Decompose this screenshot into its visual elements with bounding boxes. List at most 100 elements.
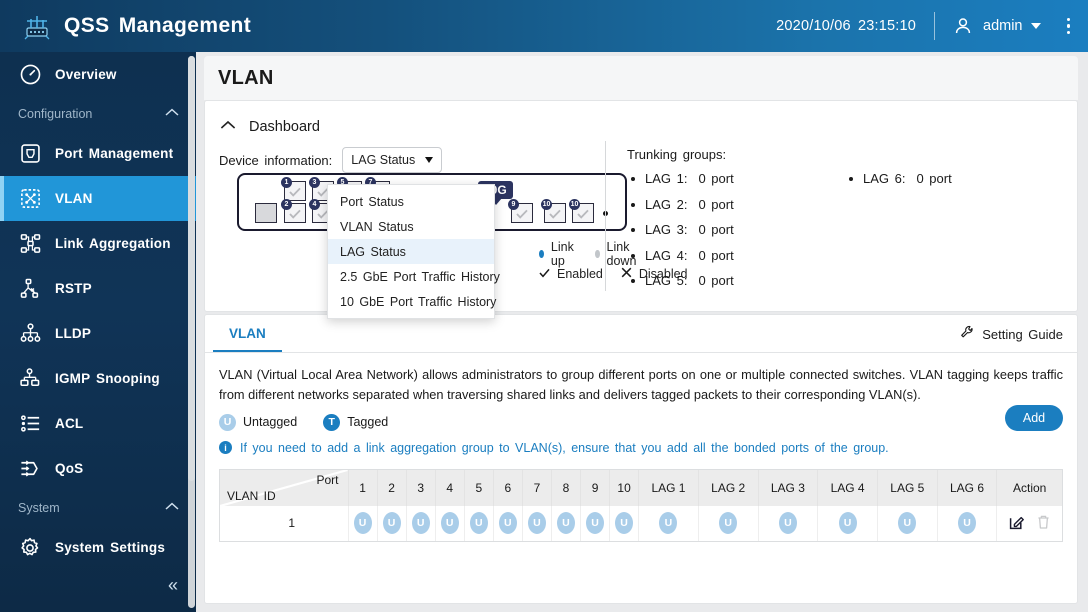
sidebar-item-port-management[interactable]: Port Management [0,131,196,176]
switch-port-10b[interactable]: 10 [569,199,594,223]
setting-guide-label: Setting Guide [982,326,1063,342]
sidebar-item-rstp[interactable]: RSTP [0,266,196,311]
sidebar-scrollbar[interactable] [188,56,195,608]
table-header-col: LAG 2 [698,469,759,506]
cell-port-tag[interactable]: U [758,505,819,541]
sidebar-item-label: QoS [55,461,84,476]
cell-port-tag[interactable]: U [580,505,611,541]
sidebar-item-overview[interactable]: Overview [0,52,196,97]
wrench-icon [960,325,982,343]
cell-port-tag[interactable]: U [377,505,407,541]
sidebar-group-system[interactable]: System [0,491,196,525]
sidebar-item-label: VLAN [55,191,93,206]
vlan-badge-row: U Untagged T Tagged Add [205,404,1077,431]
table-header-vlan-id: VLAN ID [227,488,276,503]
sidebar-scrollbar-thumb[interactable] [188,56,195,481]
double-chevron-left-icon[interactable]: « [168,576,178,594]
setting-guide-button[interactable]: Setting Guide [960,325,1063,343]
dropdown-option-10gbe-traffic-history[interactable]: 10 GbE Port Traffic History [328,289,496,314]
switch-port-9[interactable]: 9 [508,199,533,223]
untagged-badge-icon: U [411,512,430,535]
delete-icon [1036,514,1051,533]
sidebar-item-lldp[interactable]: LLDP [0,311,196,356]
top-bar: QSS Management 2020/10/06 23:15:10 admin [0,0,1088,52]
legend-label: Enabled [557,267,603,281]
sidebar-group-configuration[interactable]: Configuration [0,97,196,131]
switch-logo-icon [22,12,52,40]
sidebar-item-link-aggregation[interactable]: Link Aggregation [0,221,196,266]
dropdown-option-vlan-status[interactable]: VLAN Status [328,214,494,239]
untagged-label: Untagged [243,415,298,430]
page-header: VLAN [204,56,1078,100]
igmp-snooping-icon [17,366,43,392]
check-icon [288,185,302,197]
more-vertical-icon[interactable] [1066,17,1070,35]
lag-value: 0 port [698,171,734,187]
sidebar-item-igmp-snooping[interactable]: IGMP Snooping [0,356,196,401]
info-icon: i [219,441,232,455]
cell-port-tag[interactable]: U [638,505,699,541]
dropdown-option-port-status[interactable]: Port Status [328,189,494,214]
table-header-col: LAG 4 [817,469,878,506]
edit-icon[interactable] [1009,514,1025,533]
sidebar-item-vlan[interactable]: VLAN [0,176,196,221]
list-item: LAG 5: 0 port [627,268,845,294]
untagged-badge-icon: U [898,512,917,535]
table-header-col: 4 [435,469,465,506]
cell-port-tag[interactable]: U [698,505,759,541]
cell-port-tag[interactable]: U [937,505,998,541]
cell-port-tag[interactable]: U [348,505,378,541]
untagged-badge-icon: U [556,512,575,535]
vlan-note-text: If you need to add a link aggregation gr… [240,440,889,455]
device-info-select[interactable]: LAG Status [342,147,443,173]
device-info-dropdown-menu[interactable]: Port Status VLAN Status LAG Status 2.5 G… [327,184,500,319]
cell-port-tag[interactable]: U [817,505,878,541]
add-button[interactable]: Add [1005,404,1063,431]
switch-port-1[interactable]: 1 [281,177,306,201]
link-aggregation-icon [17,231,43,257]
cell-port-tag[interactable]: U [406,505,436,541]
user-icon [953,16,973,36]
cell-port-tag[interactable]: U [493,505,523,541]
sidebar-item-system-settings[interactable]: System Settings [0,525,196,570]
user-menu[interactable]: admin [953,16,1041,36]
chevron-up-icon[interactable] [219,118,237,136]
untagged-badge-icon: U [382,512,401,535]
cell-port-tag[interactable]: U [464,505,494,541]
legend-label: Link up [550,240,574,268]
lag-value: 0 port [916,171,952,187]
sidebar-item-acl[interactable]: ACL [0,401,196,446]
ethernet-port-icon [17,141,43,167]
list-item: LAG 4: 0 port [627,243,845,269]
check-icon [515,207,529,219]
table-header-col: LAG 6 [937,469,998,506]
cell-port-tag[interactable]: U [609,505,640,541]
untagged-badge-icon: U [527,512,546,535]
untagged-badge-icon: U [498,512,517,535]
sidebar-item-qos[interactable]: QoS [0,446,196,491]
dashboard-header[interactable]: Dashboard [205,109,1077,145]
untagged-badge-icon: U [615,512,634,535]
dot-icon [539,250,544,258]
cell-port-tag[interactable]: U [522,505,552,541]
switch-port-10a[interactable]: 10 [541,199,566,223]
table-header-port: Port [316,472,339,487]
table-header-col: 6 [493,469,523,506]
table-row[interactable]: 1 U U U U U U U U U U U U U U U U [220,505,1062,541]
tab-vlan[interactable]: VLAN [213,326,282,352]
trunking-column-1: LAG 1: 0 port LAG 2: 0 port LAG 3: 0 por… [627,166,845,294]
list-item: LAG 1: 0 port [627,166,845,192]
vlan-note-row: i If you need to add a link aggregation … [205,431,1077,455]
cell-port-tag[interactable]: U [435,505,465,541]
switch-port-2[interactable]: 2 [281,199,306,223]
main-content: VLAN Dashboard Device information: LAG S… [196,52,1088,612]
cell-port-tag[interactable]: U [877,505,938,541]
dropdown-option-lag-status[interactable]: LAG Status [328,239,494,264]
app-root: QSS Management 2020/10/06 23:15:10 admin [0,0,1088,612]
qos-arrows-icon [17,456,43,482]
cell-port-tag[interactable]: U [551,505,582,541]
dropdown-option-25gbe-traffic-history[interactable]: 2.5 GbE Port Traffic History [328,264,500,289]
check-icon [576,207,590,219]
list-item: LAG 6: 0 port [845,166,1063,192]
sidebar-item-label: RSTP [55,281,92,296]
